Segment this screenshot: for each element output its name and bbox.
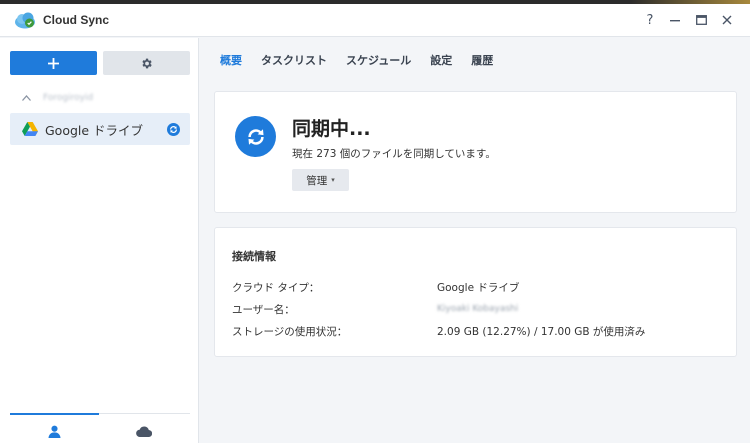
account-name: Forogiroyid [43, 93, 94, 103]
sidebar-bottom-tabs [10, 413, 190, 443]
close-icon [722, 15, 732, 25]
add-button[interactable] [10, 51, 97, 75]
title-bar[interactable]: Cloud Sync ? [0, 4, 750, 37]
info-value: Kiyoaki Kobayashi [437, 304, 519, 314]
tab-cloud[interactable] [99, 420, 188, 442]
close-button[interactable] [718, 11, 736, 29]
tab-overview[interactable]: 概要 [220, 52, 242, 72]
manage-dropdown-button[interactable]: 管理 ▾ [292, 169, 349, 191]
tab-task-list[interactable]: タスクリスト [261, 52, 327, 72]
info-row-storage-usage: ストレージの使用状況： 2.09 GB (12.27%) / 17.00 GB … [232, 324, 732, 340]
sync-icon [235, 116, 276, 157]
plus-icon [48, 57, 59, 69]
cloud-icon [135, 426, 152, 437]
tab-schedule[interactable]: スケジュール [346, 52, 411, 72]
info-row-username: ユーザー名： Kiyoaki Kobayashi [232, 302, 732, 318]
status-title: 同期中... [292, 118, 371, 140]
caret-down-icon: ▾ [331, 176, 335, 184]
info-row-cloud-type: クラウド タイプ： Google ドライブ [232, 280, 732, 296]
info-key: ユーザー名： [232, 304, 295, 316]
sidebar-item-label: Google ドライブ [45, 122, 144, 138]
manage-label: 管理 [306, 174, 328, 187]
minimize-icon [670, 20, 680, 22]
connection-info-card: 接続情報 クラウド タイプ： Google ドライブ ユーザー名： Kiyoak… [214, 227, 737, 357]
account-group-header[interactable]: Forogiroyid [22, 90, 192, 106]
google-drive-icon [22, 122, 38, 136]
settings-button[interactable] [103, 51, 190, 75]
tab-accounts[interactable] [10, 420, 99, 442]
status-subtitle: 現在 273 個のファイルを同期しています。 [292, 148, 496, 160]
connection-info-heading: 接続情報 [232, 250, 276, 263]
sidebar: Forogiroyid Google ドライブ [0, 38, 199, 443]
status-card: 同期中... 現在 273 個のファイルを同期しています。 管理 ▾ [214, 91, 737, 213]
info-value: Google ドライブ [437, 282, 520, 294]
cloud-sync-app-icon [15, 12, 35, 29]
app-title: Cloud Sync [43, 13, 110, 27]
maximize-button[interactable] [692, 11, 710, 29]
main-panel: 概要 タスクリスト スケジュール 設定 履歴 同期中... 現在 273 個のフ… [200, 38, 750, 443]
user-icon [48, 425, 61, 438]
syncing-status-icon [167, 123, 180, 136]
tab-bar: 概要 タスクリスト スケジュール 設定 履歴 [220, 52, 512, 72]
minimize-button[interactable] [666, 11, 684, 29]
tab-settings[interactable]: 設定 [430, 52, 452, 72]
maximize-icon [695, 15, 707, 25]
info-key: ストレージの使用状況： [232, 326, 348, 338]
info-value: 2.09 GB (12.27%) / 17.00 GB が使用済み [437, 326, 646, 338]
info-key: クラウド タイプ： [232, 282, 320, 294]
tab-history[interactable]: 履歴 [471, 52, 493, 72]
help-button[interactable]: ? [641, 11, 659, 29]
chevron-up-icon [22, 93, 31, 104]
active-tab-indicator [10, 413, 99, 415]
cloud-sync-window: Cloud Sync ? Forogiroyid Google ドライブ 概要 … [0, 4, 750, 443]
gear-icon [142, 58, 152, 68]
sidebar-item-google-drive[interactable]: Google ドライブ [10, 113, 190, 145]
